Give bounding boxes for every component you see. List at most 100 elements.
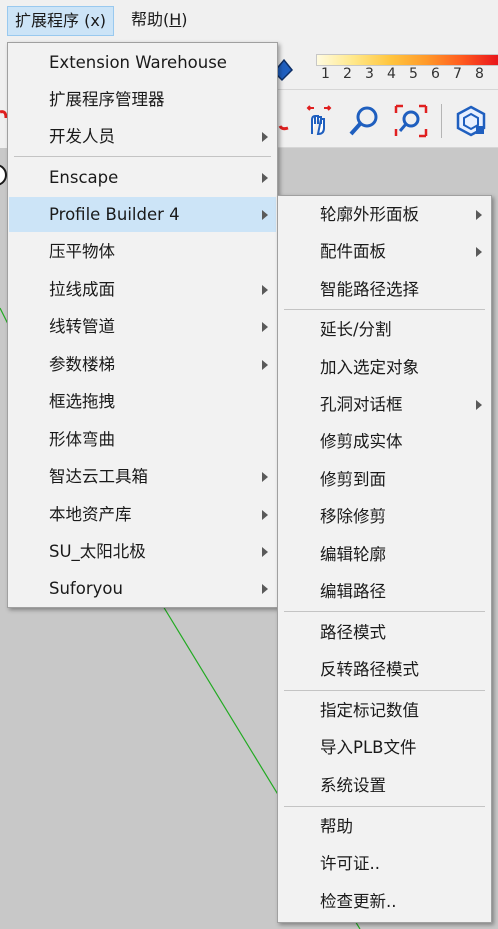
submenu-item-reverse-path-mode[interactable]: 反转路径模式 (279, 652, 490, 687)
menu-item-label: 系统设置 (320, 776, 386, 795)
menu-item-label: 导入PLB文件 (320, 738, 417, 757)
menu-item-label: 配件面板 (320, 242, 386, 261)
menu-item-label: 本地资产库 (49, 505, 132, 524)
menu-item-label: 延长/分割 (320, 320, 392, 339)
zoom-extents-icon[interactable] (394, 104, 428, 138)
submenu-item-profile-panel[interactable]: 轮廓外形面板 (279, 197, 490, 232)
menu-item-profile-builder[interactable]: Profile Builder 4 (9, 197, 276, 232)
menu-item-label: 压平物体 (49, 242, 115, 261)
menu-item-label: 形体弯曲 (49, 430, 115, 449)
menu-item-enscape[interactable]: Enscape (9, 160, 276, 195)
menu-item-label: 指定标记数值 (320, 701, 419, 720)
menu-item-flatten[interactable]: 压平物体 (9, 234, 276, 269)
submenu-arrow-icon (476, 247, 482, 257)
menu-extensions[interactable]: 扩展程序 (x) (7, 6, 115, 36)
color-scale-bar (316, 54, 498, 66)
submenu-item-help[interactable]: 帮助 (279, 809, 490, 844)
submenu-arrow-icon (262, 472, 268, 482)
menu-item-label: 加入选定对象 (320, 358, 419, 377)
menu-item-label: 开发人员 (49, 127, 115, 146)
toolbar-separator (441, 104, 442, 138)
menu-help-prefix: 帮助( (131, 10, 170, 29)
menu-item-label: 反转路径模式 (320, 660, 419, 679)
submenu-arrow-icon (262, 285, 268, 295)
menu-item-parametric-stairs[interactable]: 参数楼梯 (9, 347, 276, 382)
menu-item-label: 拉线成面 (49, 280, 115, 299)
submenu-item-edit-profile[interactable]: 编辑轮廓 (279, 537, 490, 572)
scale-number: 3 (365, 66, 374, 82)
scale-number: 2 (343, 66, 352, 82)
menu-item-label: Suforyou (49, 579, 123, 598)
submenu-arrow-icon (262, 132, 268, 142)
submenu-item-join-selected[interactable]: 加入选定对象 (279, 350, 490, 385)
menu-item-local-assets[interactable]: 本地资产库 (9, 497, 276, 532)
submenu-arrow-icon (262, 547, 268, 557)
submenu-item-system-settings[interactable]: 系统设置 (279, 768, 490, 803)
zoom-icon[interactable] (348, 104, 382, 138)
menu-item-label: 参数楼梯 (49, 355, 115, 374)
menu-item-extension-warehouse[interactable]: Extension Warehouse (9, 45, 276, 80)
menu-item-extension-manager[interactable]: 扩展程序管理器 (9, 82, 276, 117)
submenu-item-extend-split[interactable]: 延长/分割 (279, 312, 490, 347)
submenu-item-edit-path[interactable]: 编辑路径 (279, 574, 490, 609)
submenu-arrow-icon (262, 510, 268, 520)
menu-item-label: SU_太阳北极 (49, 542, 146, 561)
submenu-item-trim-to-face[interactable]: 修剪到面 (279, 462, 490, 497)
menu-item-label: 修剪到面 (320, 470, 386, 489)
menu-item-developer[interactable]: 开发人员 (9, 119, 276, 154)
menu-separator (14, 156, 271, 157)
menu-item-cloud-toolbox[interactable]: 智达云工具箱 (9, 459, 276, 494)
menu-item-label: 修剪成实体 (320, 432, 403, 451)
submenu-item-hole-dialog[interactable]: 孔洞对话框 (279, 387, 490, 422)
menu-item-label: 智能路径选择 (320, 280, 419, 299)
menu-item-label: Profile Builder 4 (49, 205, 180, 224)
scale-number: 7 (453, 66, 462, 82)
menu-separator (284, 690, 485, 691)
extensions-menu: Extension Warehouse 扩展程序管理器 开发人员 Enscape… (7, 42, 278, 608)
submenu-item-import-plb[interactable]: 导入PLB文件 (279, 730, 490, 765)
menu-separator (284, 611, 485, 612)
scale-number: 6 (431, 66, 440, 82)
menu-item-box-drag[interactable]: 框选拖拽 (9, 384, 276, 419)
toolbar-divider (277, 89, 498, 90)
menu-item-label: Extension Warehouse (49, 53, 227, 72)
color-scale-numbers: 12345678 (321, 66, 497, 82)
menu-help-accelerator: H (169, 10, 182, 29)
menu-item-label: 移除修剪 (320, 507, 386, 526)
submenu-arrow-icon (262, 322, 268, 332)
menu-item-shape-bend[interactable]: 形体弯曲 (9, 422, 276, 457)
menu-item-lines-to-pipes[interactable]: 线转管道 (9, 309, 276, 344)
submenu-arrow-icon (476, 210, 482, 220)
menu-item-label: 检查更新.. (320, 892, 397, 911)
menu-item-label: Enscape (49, 168, 119, 187)
menu-item-suforyou[interactable]: Suforyou (9, 571, 276, 606)
menu-help[interactable]: 帮助(H) (124, 6, 195, 34)
submenu-item-parts-panel[interactable]: 配件面板 (279, 234, 490, 269)
menu-item-su-sun-north[interactable]: SU_太阳北极 (9, 534, 276, 569)
menu-item-label: 线转管道 (49, 317, 115, 336)
menu-item-label: 框选拖拽 (49, 392, 115, 411)
menu-item-label: 轮廓外形面板 (320, 205, 419, 224)
submenu-item-path-mode[interactable]: 路径模式 (279, 615, 490, 650)
menu-item-label: 孔洞对话框 (320, 395, 403, 414)
submenu-arrow-icon (262, 210, 268, 220)
menu-separator (284, 806, 485, 807)
menu-item-lines-to-faces[interactable]: 拉线成面 (9, 272, 276, 307)
menu-item-label: 扩展程序管理器 (49, 90, 165, 109)
submenu-item-license[interactable]: 许可证.. (279, 846, 490, 881)
pan-hand-icon[interactable] (300, 104, 334, 138)
submenu-item-check-updates[interactable]: 检查更新.. (279, 884, 490, 919)
warehouse-cube-icon[interactable] (454, 104, 488, 138)
submenu-arrow-icon (262, 584, 268, 594)
profile-builder-submenu: 轮廓外形面板 配件面板 智能路径选择 延长/分割 加入选定对象 孔洞对话框 修剪… (277, 195, 492, 923)
menu-item-label: 智达云工具箱 (49, 467, 148, 486)
submenu-item-assign-tag-value[interactable]: 指定标记数值 (279, 693, 490, 728)
menu-item-label: 许可证.. (320, 854, 380, 873)
submenu-item-smart-path[interactable]: 智能路径选择 (279, 272, 490, 307)
submenu-item-remove-trim[interactable]: 移除修剪 (279, 499, 490, 534)
menu-item-label: 帮助 (320, 817, 353, 836)
menu-item-label: 编辑路径 (320, 582, 386, 601)
submenu-arrow-icon (262, 173, 268, 183)
menu-separator (284, 309, 485, 310)
submenu-item-trim-to-solid[interactable]: 修剪成实体 (279, 424, 490, 459)
